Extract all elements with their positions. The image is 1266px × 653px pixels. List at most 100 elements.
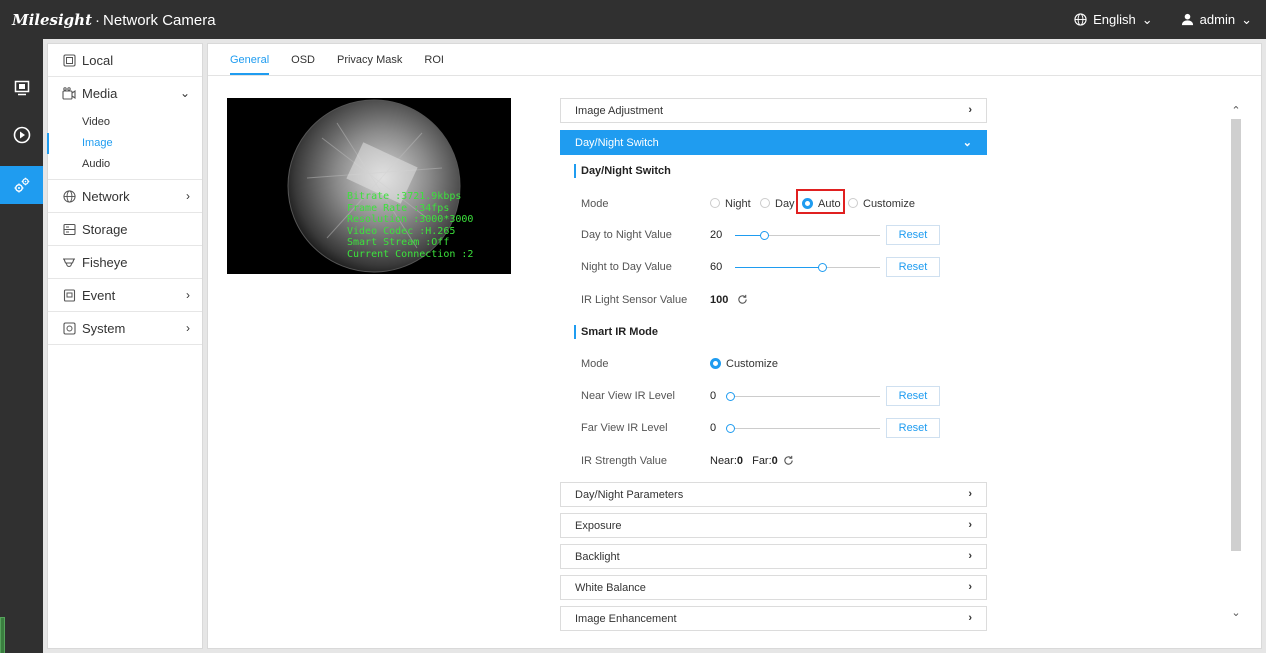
slider-handle[interactable] [726,424,735,433]
chevron-down-icon: ⌄ [179,86,190,100]
reset-far-ir-button[interactable]: Reset [886,418,940,438]
settings-sidebar: Local Media ⌄ Video Image Audio Network … [47,43,203,649]
panel-title: Image Adjustment [575,104,664,117]
panel-image-adjustment[interactable]: Image Adjustment › [560,98,987,123]
sidebar-subitem-audio[interactable]: Audio [48,154,202,175]
radio-circle [710,198,720,209]
slider-handle[interactable] [726,392,735,401]
osd-connection: Current Connection :2 [347,248,474,260]
reset-night-to-day-button[interactable]: Reset [886,257,940,277]
day-to-night-slider[interactable] [735,231,880,240]
osd-smart-stream: Smart Stream :Off [347,237,450,248]
vertical-scrollbar[interactable]: ⌃ ⌄ [1229,98,1243,630]
radio-day[interactable]: Day [760,197,795,211]
storage-icon [62,222,76,236]
chevron-right-icon: › [968,550,972,562]
sidebar-item-fisheye[interactable]: Fisheye [48,246,202,279]
top-bar: Milesight · Network Camera English ⌄ adm… [0,0,1266,39]
panel-title: White Balance [575,581,646,594]
live-view-icon[interactable] [0,71,43,105]
sidebar-item-system[interactable]: System › [48,312,202,345]
radio-night[interactable]: Night [710,197,751,211]
sidebar-item-label: Local [82,52,114,68]
sidebar-item-label: Storage [82,221,128,237]
tab-osd[interactable]: OSD [280,44,326,75]
icon-rail [0,39,43,653]
radio-customize[interactable]: Customize [848,197,915,211]
panel-title: Day/Night Parameters [575,488,684,501]
far-label: Far: [752,455,772,467]
slider-handle[interactable] [760,231,769,240]
tab-privacy-mask[interactable]: Privacy Mask [326,44,413,75]
sidebar-item-label: Network [82,188,130,204]
panel-day-night-switch[interactable]: Day/Night Switch ⌄ [560,130,987,155]
language-selector[interactable]: English ⌄ [1074,12,1153,28]
sidebar-item-media[interactable]: Media ⌄ [48,77,202,110]
username: admin [1199,12,1236,27]
chevron-down-icon: ⌄ [1241,11,1252,27]
panel-image-enhancement[interactable]: Image Enhancement › [560,606,987,631]
chevron-right-icon: › [968,104,972,116]
chevron-down-icon: ⌄ [1141,11,1153,27]
day-to-night-value: 20 [710,229,723,241]
tab-roi[interactable]: ROI [413,44,455,75]
refresh-icon[interactable] [737,294,748,308]
playback-icon[interactable] [0,118,43,152]
ir-sensor-label: IR Light Sensor Value [581,294,688,306]
osd-resolution: Resolution :3000*3000 [347,214,474,225]
sidebar-item-network[interactable]: Network › [48,180,202,213]
highlight-annotation [796,189,845,214]
brand-name: Milesight [12,10,93,29]
osd-codec: Video Codec :H.265 [347,225,456,237]
scrollbar-thumb[interactable] [1231,119,1241,551]
chevron-down-icon: ⌄ [962,137,972,149]
slider-handle[interactable] [818,263,827,272]
refresh-icon[interactable] [783,455,794,469]
tab-general[interactable]: General [219,44,280,75]
sidebar-item-local[interactable]: Local [48,44,202,77]
far-ir-value: 0 [710,422,717,434]
sidebar-subitem-image[interactable]: Image [47,133,202,154]
ir-mode-label: Mode [581,358,609,370]
near-label: Near: [710,455,737,467]
sidebar-item-storage[interactable]: Storage [48,213,202,246]
slider-fill [735,267,822,268]
user-menu[interactable]: admin ⌄ [1181,12,1252,28]
system-icon [62,321,76,335]
reset-day-to-night-button[interactable]: Reset [886,225,940,245]
media-submenu: Video Image Audio [47,110,202,180]
ir-strength-label: IR Strength Value [581,455,668,467]
panel-backlight[interactable]: Backlight › [560,544,987,569]
scroll-down-icon[interactable]: ⌄ [1229,606,1243,619]
ir-sensor-value: 100 [710,294,729,306]
globe-icon [62,189,76,203]
radio-ir-customize[interactable]: Customize [710,357,778,371]
section-title-day-night: Day/Night Switch [574,164,671,178]
far-ir-slider[interactable] [726,424,880,433]
sidebar-item-label: Fisheye [82,254,128,270]
live-preview[interactable]: Bitrate :3721.9kbps Frame Rate :34fps Reso… [227,98,511,274]
sidebar-subitem-video[interactable]: Video [48,112,202,133]
panel-white-balance[interactable]: White Balance › [560,575,987,600]
chevron-right-icon: › [186,321,190,335]
osd-frame-rate: Frame Rate :34fps [347,202,450,214]
globe-icon [1074,13,1087,26]
near-ir-slider[interactable] [726,392,880,401]
mode-label: Mode [581,198,609,210]
fisheye-icon [62,255,76,269]
osd-bitrate: Bitrate :3721.9kbps [347,191,462,202]
reset-near-ir-button[interactable]: Reset [886,386,940,406]
tab-bar: General OSD Privacy Mask ROI [208,44,1261,76]
section-title-smart-ir: Smart IR Mode [574,325,658,339]
sidebar-item-event[interactable]: Event › [48,279,202,312]
night-to-day-slider[interactable] [735,263,880,272]
near-ir-label: Near View IR Level [581,390,675,402]
panel-exposure[interactable]: Exposure › [560,513,987,538]
panel-day-night-parameters[interactable]: Day/Night Parameters › [560,482,987,507]
side-handle[interactable] [0,617,5,653]
ir-strength-value: Near:0 Far:0 [710,454,778,468]
settings-icon[interactable] [0,166,43,204]
scroll-up-icon[interactable]: ⌃ [1229,104,1243,117]
chevron-right-icon: › [968,612,972,624]
panel-title: Image Enhancement [575,612,677,625]
